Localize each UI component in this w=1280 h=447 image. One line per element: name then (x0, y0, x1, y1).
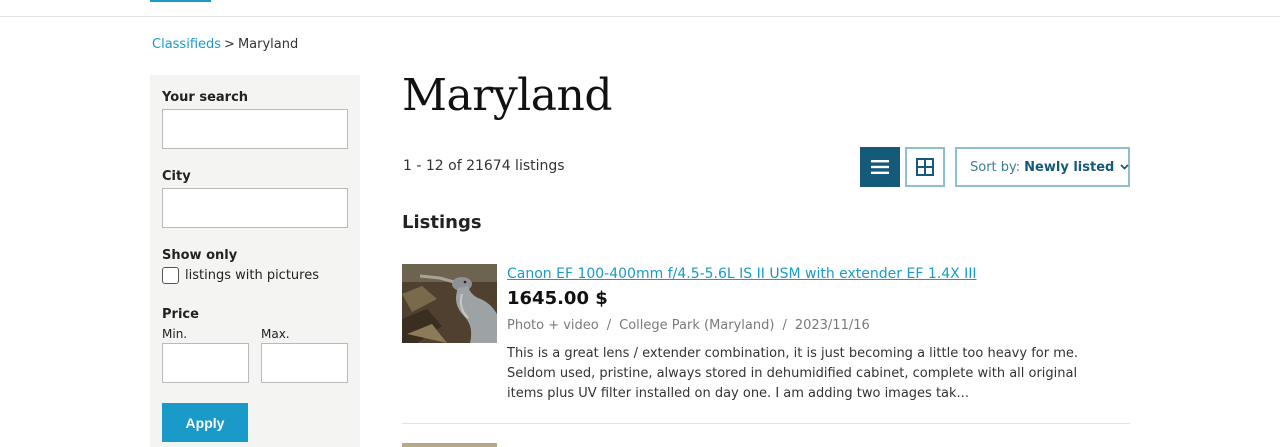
price-min-label: Min. (162, 327, 188, 341)
grid-view-button[interactable] (905, 147, 945, 187)
listing-meta: Photo + video / College Park (Maryland) / 20… (507, 318, 870, 333)
price-label: Price (162, 307, 199, 322)
pictures-checkbox-label[interactable]: listings with pictures (185, 268, 319, 283)
city-label: City (162, 169, 191, 184)
sort-prefix: Sort by: (970, 159, 1021, 175)
filter-sidebar: Your search City Show only listings with… (150, 75, 360, 447)
page-title: Maryland (402, 70, 612, 121)
list-view-icon (871, 160, 889, 174)
sort-dropdown[interactable]: Sort by: Newly listed (955, 147, 1130, 187)
next-listing-thumbnail[interactable] (402, 443, 497, 447)
apply-button[interactable]: Apply (162, 403, 248, 442)
listing-count: 1 - 12 of 21674 listings (403, 158, 565, 174)
listing-category: Photo + video (507, 318, 599, 333)
listing-title-link[interactable]: Canon EF 100-400mm f/4.5-5.6L IS II USM … (507, 266, 977, 282)
meta-separator: / (782, 318, 787, 333)
top-navbar (0, 0, 1280, 17)
city-input[interactable] (162, 188, 348, 228)
listing-price: 1645.00 $ (507, 288, 608, 309)
breadcrumb-classifieds-link[interactable]: Classifieds (152, 37, 221, 52)
list-view-button[interactable] (860, 147, 900, 187)
listing-thumbnail[interactable] (402, 264, 497, 343)
listing-description: This is a great lens / extender combinat… (507, 346, 1078, 401)
listing-divider (402, 423, 1130, 424)
show-only-label: Show only (162, 248, 238, 263)
price-max-input[interactable] (261, 343, 348, 383)
listing-location: College Park (Maryland) (619, 318, 775, 333)
heron-photo-thumbnail (402, 264, 497, 343)
meta-separator: / (606, 318, 612, 333)
price-max-label: Max. (261, 327, 290, 341)
pictures-checkbox[interactable] (162, 267, 179, 284)
search-input[interactable] (162, 109, 348, 149)
breadcrumb-current: Maryland (237, 37, 299, 52)
chevron-down-icon (1120, 162, 1129, 173)
sort-value: Newly listed (1024, 159, 1115, 175)
search-label: Your search (162, 90, 249, 105)
nav-active-indicator (150, 0, 211, 2)
breadcrumb: Classifieds > Maryland (152, 37, 298, 52)
listing-date: 2023/11/16 (794, 318, 870, 333)
price-min-input[interactable] (162, 343, 249, 383)
grid-view-icon (916, 158, 934, 176)
breadcrumb-separator: > (224, 37, 235, 52)
listings-section-title: Listings (402, 212, 482, 233)
